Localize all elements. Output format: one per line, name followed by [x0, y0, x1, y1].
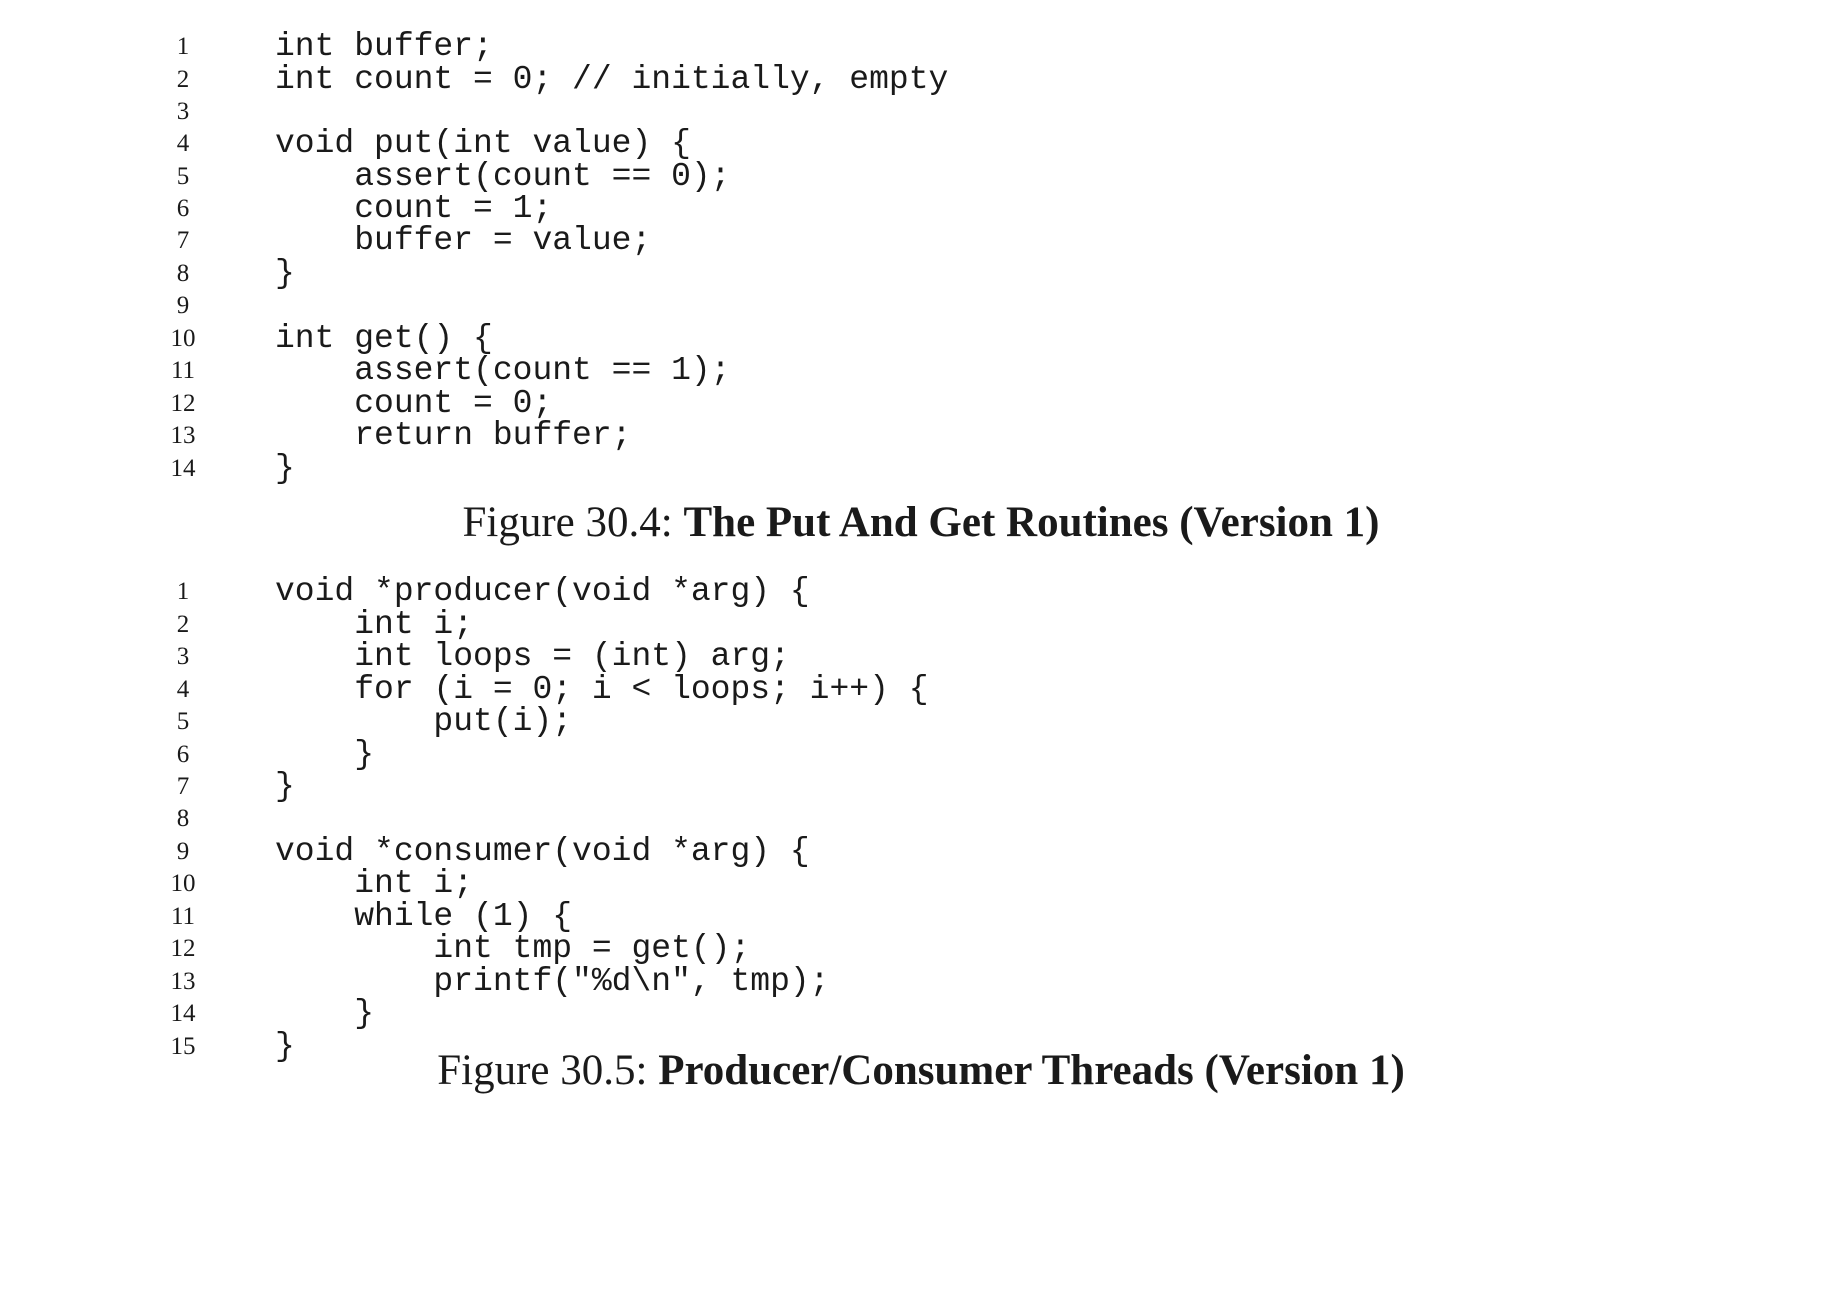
line-number: 14 — [170, 455, 196, 482]
figure-title: Producer/Consumer Threads (Version 1) — [658, 1047, 1405, 1094]
figure-label: Figure 30.5: — [437, 1047, 659, 1094]
code-text: } — [275, 450, 295, 487]
figure-label: Figure 30.4: — [462, 499, 684, 546]
figure-caption-30-4: Figure 30.4: The Put And Get Routines (V… — [0, 496, 1842, 550]
figure-title: The Put And Get Routines (Version 1) — [683, 499, 1380, 546]
code-line: 14 } — [0, 450, 1842, 488]
figure-caption-30-5: Figure 30.5: Producer/Consumer Threads (… — [0, 1044, 1842, 1098]
